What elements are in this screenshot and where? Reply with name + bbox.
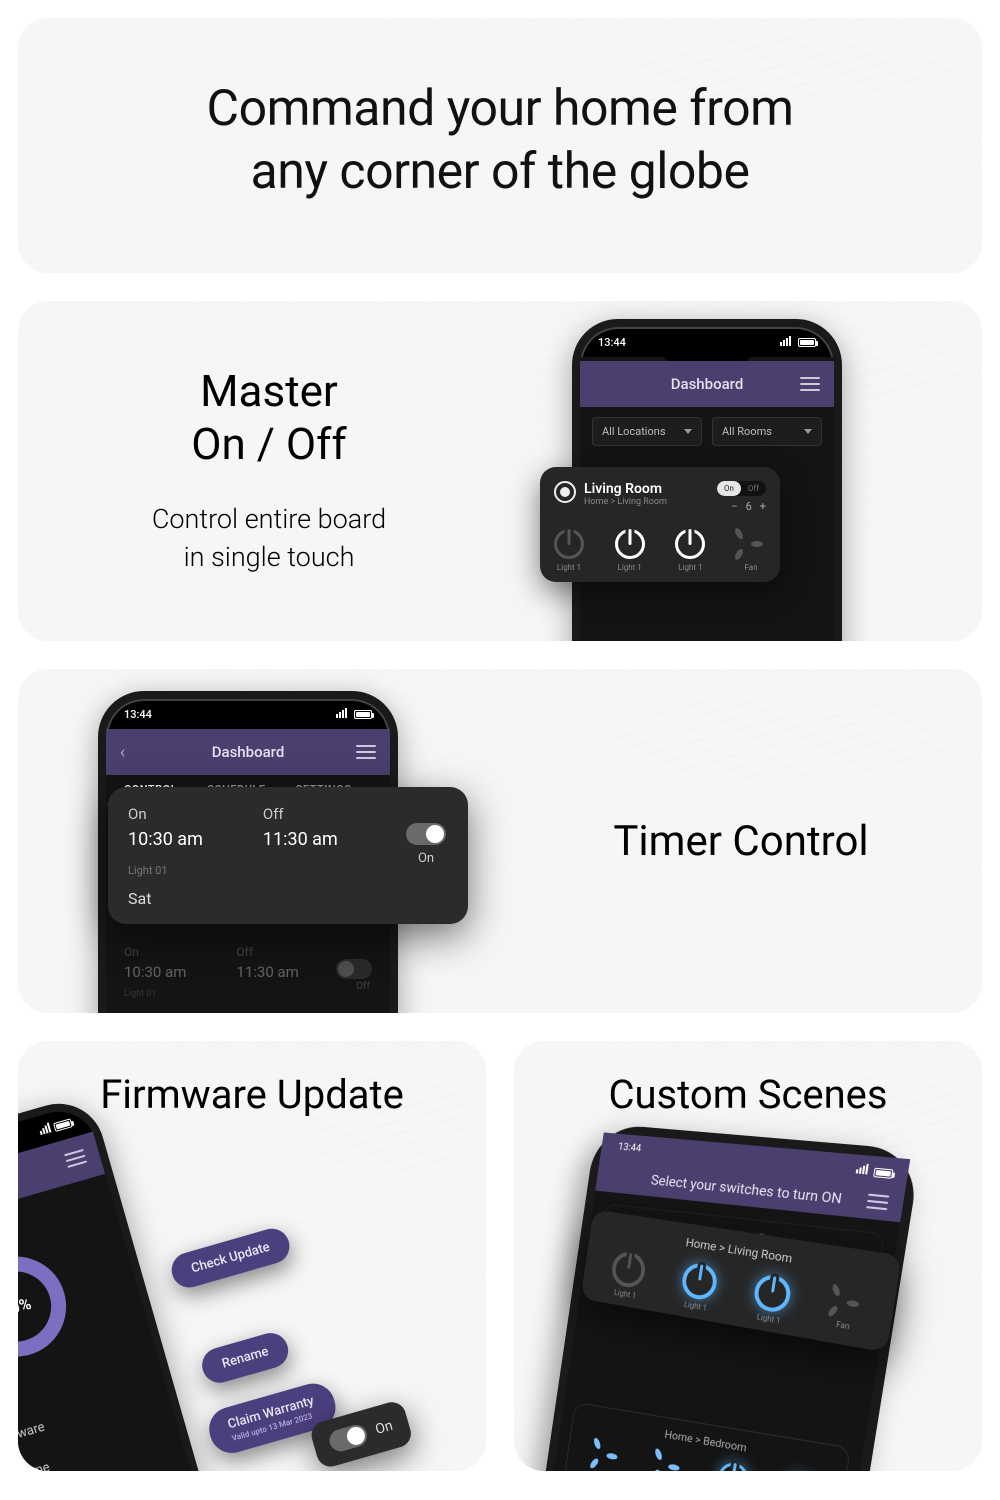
master-toggle[interactable]: On Off (717, 481, 766, 496)
battery-icon (53, 1118, 73, 1132)
toggle-state: On (374, 1418, 395, 1438)
rename-button[interactable]: Rename (198, 1329, 292, 1387)
chevron-down-icon (804, 429, 812, 434)
toggle-state: On (418, 851, 434, 866)
schedule-row[interactable]: On10:30 am Off11:30 am Light 01 Off (106, 935, 390, 1009)
power-icon (610, 1250, 648, 1290)
scenes-title: Custom Scenes (514, 1041, 982, 1128)
device-light[interactable]: Light 1 (675, 529, 705, 572)
gear-icon[interactable] (554, 481, 576, 503)
battery-icon (354, 710, 372, 719)
device-light[interactable]: Light 1 (554, 529, 584, 572)
signal-icon (780, 336, 791, 346)
device-light[interactable]: Light 1 (678, 1261, 719, 1314)
toggle-state: Off (356, 981, 370, 992)
progress-value: 60% (18, 1263, 59, 1350)
firmware-card: Firmware Update SETTINGS 60% SSID: cs Cu… (18, 1041, 486, 1471)
schedule-device: Light 01 (128, 864, 448, 877)
hero-card: Command your home from any corner of the… (18, 18, 982, 273)
schedule-toggle[interactable] (336, 959, 372, 979)
master-copy: MasterOn / Off Control entire boardin si… (18, 365, 500, 576)
phone-time: 13:44 (124, 708, 152, 721)
device-fan[interactable]: Fan (650, 1449, 684, 1471)
fan-icon (736, 529, 766, 559)
room-breadcrumb: Home > Living Room (584, 497, 717, 507)
schedule-day: Sat (128, 889, 448, 908)
back-icon[interactable]: ‹ (120, 742, 125, 763)
device-fan[interactable]: Fan (826, 1285, 864, 1339)
phone-time: 13:44 (598, 336, 626, 349)
device-light[interactable]: Light 1 (714, 1461, 750, 1471)
timer-copy: Timer Control (500, 817, 982, 866)
power-icon (716, 1461, 750, 1471)
phone-notch (662, 337, 752, 363)
power-icon (675, 529, 705, 559)
app-header: Dashboard (580, 361, 834, 407)
power-icon (752, 1273, 793, 1315)
chevron-down-icon (684, 429, 692, 434)
battery-icon (873, 1168, 893, 1179)
hero-heading: Command your home from any corner of the… (38, 78, 962, 203)
timer-title: Timer Control (500, 817, 982, 866)
scenes-header: Select your switches to turn ON (650, 1173, 843, 1208)
scenes-card: Custom Scenes 13:44 Select your switches… (514, 1041, 982, 1471)
battery-icon (798, 338, 816, 347)
device-light[interactable]: Light 1 (608, 1250, 647, 1301)
hero-line2: any corner of the globe (251, 143, 750, 201)
fan-icon (829, 1285, 864, 1321)
location-select[interactable]: All Locations (592, 417, 702, 446)
count-stepper[interactable]: − 6 + (717, 500, 766, 513)
power-icon (680, 1261, 719, 1302)
schedule-card[interactable]: On10:30 am Off11:30 am Light 01 Sat On (108, 787, 468, 924)
app-title: Dashboard (671, 375, 744, 393)
device-light[interactable]: Light 1 (615, 529, 645, 572)
timer-card: 13:44 ‹ Dashboard CONTROL SCHEDULE SETTI… (18, 669, 982, 1013)
signal-icon (855, 1163, 868, 1174)
master-title: MasterOn / Off (38, 365, 500, 471)
device-fan[interactable]: Fan (736, 529, 766, 572)
menu-icon[interactable] (356, 745, 376, 759)
signal-icon (336, 708, 347, 718)
menu-icon[interactable] (800, 377, 820, 391)
master-card: MasterOn / Off Control entire boardin si… (18, 301, 982, 641)
phone-indicators (336, 708, 372, 721)
fan-icon (591, 1439, 622, 1471)
menu-icon[interactable] (866, 1194, 889, 1211)
menu-icon[interactable] (64, 1149, 87, 1168)
toggle-icon (327, 1422, 370, 1454)
device-light[interactable]: Light 1 (750, 1273, 793, 1327)
device-fan[interactable]: Fan (589, 1439, 622, 1471)
power-icon (554, 529, 584, 559)
master-desc: Control entire boardin single touch (38, 501, 500, 577)
app-title: Dashboard (212, 743, 285, 761)
room-name: Living Room (584, 481, 717, 497)
hero-line1: Command your home from (207, 80, 794, 138)
phone-indicators (780, 336, 816, 349)
phone-time: 13:44 (617, 1142, 641, 1155)
room-card[interactable]: Living Room Home > Living Room On Off − … (540, 467, 780, 582)
fan-icon (652, 1449, 685, 1471)
room-select[interactable]: All Rooms (712, 417, 822, 446)
master-phone: 13:44 Dashboard All Locations All Rooms (572, 319, 842, 641)
signal-icon (38, 1122, 51, 1135)
check-update-button[interactable]: Check Update (168, 1225, 294, 1292)
app-header: ‹ Dashboard (106, 729, 390, 775)
phone-indicators (855, 1163, 894, 1180)
schedule-toggle[interactable] (406, 823, 446, 845)
power-icon (615, 529, 645, 559)
